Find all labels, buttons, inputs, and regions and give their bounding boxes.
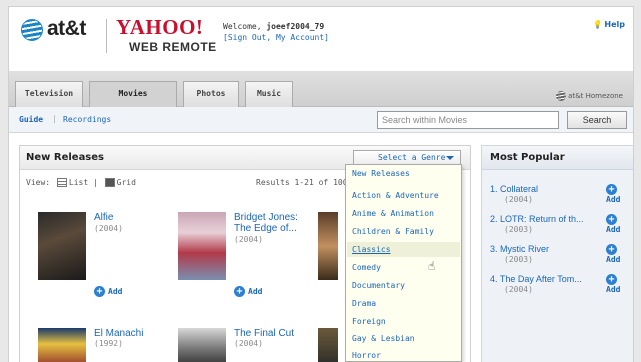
genre-option-highlighted[interactable]: Classics — [347, 242, 460, 257]
add-button[interactable]: +Add — [606, 184, 633, 204]
popular-item-year: (2004) — [504, 285, 533, 294]
popular-item-title[interactable]: 3. Mystic River — [490, 244, 549, 254]
att-logo: at&t — [47, 17, 86, 40]
add-button[interactable]: +Add — [606, 244, 633, 264]
movie-year: (2004) — [234, 235, 263, 244]
movie-poster[interactable] — [38, 212, 86, 280]
movie-year: (2004) — [94, 224, 123, 233]
logo-divider — [106, 19, 107, 53]
homezone-label: at&t Homezone — [568, 92, 623, 100]
most-popular-header: Most Popular — [482, 146, 633, 170]
yahoo-logo: YAHOO! — [116, 15, 204, 39]
add-button[interactable]: +Add — [606, 214, 633, 234]
welcome-block: Welcome, joeef2004_79 [Sign Out, My Acco… — [223, 21, 329, 43]
welcome-prefix: Welcome, — [223, 22, 267, 31]
recordings-link[interactable]: Recordings — [63, 115, 111, 124]
app-window: at&t YAHOO! WEB REMOTE Welcome, joeef200… — [8, 6, 634, 362]
movie-poster[interactable] — [38, 328, 86, 362]
add-label: Add — [606, 195, 621, 204]
add-button[interactable]: +Add — [606, 274, 633, 294]
add-label: Add — [248, 287, 263, 296]
plus-icon: + — [606, 244, 617, 255]
most-popular-panel: Most Popular 1. Collateral (2004) +Add 2… — [481, 145, 633, 362]
most-popular-title: Most Popular — [490, 152, 565, 163]
plus-icon: + — [94, 286, 105, 297]
movie-year: (1992) — [94, 339, 123, 348]
new-releases-title: New Releases — [26, 152, 104, 163]
genre-option[interactable]: Action & Adventure — [352, 191, 439, 200]
tab-photos[interactable]: Photos — [183, 81, 239, 107]
genre-option[interactable]: Foreign — [352, 317, 386, 326]
sub-navigation: Guide | Recordings Search within Movies … — [9, 107, 633, 133]
list-view-icon[interactable] — [56, 178, 67, 187]
grid-view-icon[interactable] — [104, 178, 115, 187]
grid-view-label[interactable]: Grid — [117, 178, 136, 187]
list-view-label[interactable]: List — [69, 178, 88, 187]
view-toggle: View: List | Grid — [26, 178, 136, 187]
view-label: View: — [26, 178, 51, 187]
movie-poster[interactable] — [318, 212, 338, 280]
chevron-down-icon — [446, 156, 454, 160]
popular-item-title[interactable]: 1. Collateral — [490, 184, 538, 194]
movie-poster[interactable] — [318, 328, 338, 362]
movie-title[interactable]: Bridget Jones: The Edge of... — [234, 212, 310, 234]
popular-item-year: (2003) — [504, 225, 533, 234]
username: joeef2004_79 — [266, 22, 325, 31]
add-button[interactable]: +Add — [234, 286, 262, 297]
add-label: Add — [606, 285, 621, 294]
movie-poster[interactable] — [178, 212, 226, 280]
movie-poster[interactable] — [178, 328, 226, 362]
tab-television[interactable]: Television — [15, 81, 83, 107]
genre-option[interactable]: Drama — [352, 299, 376, 308]
select-genre-label: Select a Genre — [378, 153, 446, 162]
movie-year: (2004) — [234, 339, 263, 348]
plus-icon: + — [606, 214, 617, 225]
guide-link[interactable]: Guide — [19, 115, 43, 124]
popular-item-title[interactable]: 2. LOTR: Return of th... — [490, 214, 584, 224]
popular-item-year: (2004) — [504, 195, 533, 204]
plus-icon: + — [606, 184, 617, 195]
help-label: Help — [604, 20, 625, 29]
plus-icon: + — [234, 286, 245, 297]
add-label: Add — [606, 255, 621, 264]
genre-dropdown-menu: New Releases Action & Adventure Anime & … — [345, 164, 462, 362]
tab-movies[interactable]: Movies — [89, 81, 177, 107]
lightbulb-icon: 💡 — [592, 20, 603, 29]
tab-bar: Television Movies Photos Music at&t Home… — [9, 71, 633, 107]
add-label: Add — [606, 225, 621, 234]
genre-option[interactable]: Horror — [352, 351, 381, 360]
popular-item-title[interactable]: 4. The Day After Tom... — [490, 274, 582, 284]
popular-item-year: (2003) — [504, 255, 533, 264]
genre-option[interactable]: Documentary — [352, 281, 405, 290]
homezone-logo: at&t Homezone — [556, 91, 623, 101]
plus-icon: + — [606, 274, 617, 285]
tab-music[interactable]: Music — [245, 81, 293, 107]
genre-option[interactable]: New Releases — [352, 169, 410, 178]
genre-option[interactable]: Gay & Lesbian — [352, 334, 415, 343]
movie-title[interactable]: El Manachi — [94, 328, 164, 339]
add-label: Add — [108, 287, 123, 296]
add-button[interactable]: +Add — [94, 286, 122, 297]
search-input[interactable]: Search within Movies — [377, 111, 559, 129]
account-links[interactable]: [Sign Out, My Account] — [223, 33, 329, 42]
subnav-separator: | — [53, 114, 56, 123]
results-count: Results 1-21 of 100 — [256, 178, 348, 187]
movie-title[interactable]: The Final Cut — [234, 328, 310, 339]
product-name: WEB REMOTE — [129, 40, 217, 54]
genre-option[interactable]: Comedy — [352, 263, 381, 272]
hand-cursor-icon: ☝ — [428, 259, 436, 273]
att-globe-small-icon — [556, 91, 567, 101]
movie-title[interactable]: Alfie — [94, 212, 164, 223]
header: at&t YAHOO! WEB REMOTE Welcome, joeef200… — [9, 7, 633, 71]
help-link[interactable]: 💡 Help — [592, 20, 625, 29]
search-button[interactable]: Search — [567, 111, 627, 129]
genre-option[interactable]: Anime & Animation — [352, 209, 434, 218]
att-globe-icon — [21, 19, 43, 41]
genre-option[interactable]: Children & Family — [352, 227, 434, 236]
